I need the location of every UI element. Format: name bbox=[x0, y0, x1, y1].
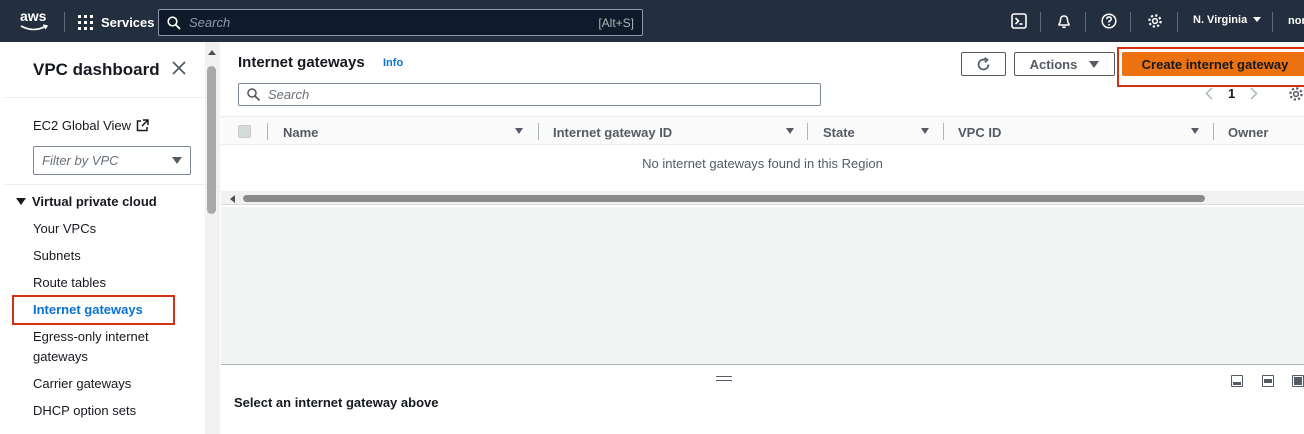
top-navigation: aws Services Search [Alt+S] N. Virginia … bbox=[0, 0, 1304, 42]
page-number[interactable]: 1 bbox=[1228, 86, 1235, 101]
aws-logo[interactable]: aws bbox=[18, 8, 50, 34]
aws-logo-text: aws bbox=[20, 8, 47, 24]
nav-divider bbox=[1177, 12, 1178, 32]
help-icon[interactable] bbox=[1101, 13, 1117, 29]
column-header-name[interactable]: Name bbox=[283, 125, 318, 140]
ec2-global-view-label: EC2 Global View bbox=[33, 118, 132, 133]
region-label: N. Virginia bbox=[1193, 14, 1248, 26]
search-icon bbox=[167, 15, 181, 30]
nav-divider bbox=[1040, 12, 1041, 32]
sort-caret-icon[interactable] bbox=[515, 128, 523, 134]
sidebar-divider bbox=[5, 184, 205, 185]
horizontal-scrollbar-thumb[interactable] bbox=[243, 195, 1205, 202]
close-icon[interactable] bbox=[172, 61, 186, 75]
vpc-filter-select[interactable]: Filter by VPC bbox=[33, 146, 191, 175]
settings-gear-icon[interactable] bbox=[1147, 13, 1163, 29]
column-divider bbox=[943, 123, 944, 140]
refresh-button[interactable] bbox=[961, 52, 1006, 76]
column-divider bbox=[1213, 123, 1214, 140]
main-content: Internet gateways Info Actions Create in… bbox=[221, 42, 1304, 434]
global-search-placeholder: Search bbox=[189, 15, 231, 30]
caret-down-icon bbox=[1089, 60, 1100, 68]
chevron-right-icon[interactable] bbox=[1250, 87, 1258, 100]
highlight-box-sidebar bbox=[12, 295, 175, 325]
caret-down-icon bbox=[1253, 17, 1262, 22]
cloudshell-icon[interactable] bbox=[1011, 13, 1027, 29]
empty-table-message: No internet gateways found in this Regio… bbox=[642, 156, 883, 171]
scroll-up-arrow-icon[interactable] bbox=[208, 50, 216, 55]
notifications-bell-icon[interactable] bbox=[1056, 13, 1072, 29]
page-title: Internet gateways bbox=[238, 54, 365, 71]
split-panel-side-icon[interactable] bbox=[1262, 375, 1274, 387]
column-header-vpc-id[interactable]: VPC ID bbox=[958, 125, 1001, 140]
table-search-placeholder: Search bbox=[268, 87, 310, 102]
services-menu-button[interactable]: Services bbox=[78, 12, 155, 32]
sort-caret-icon[interactable] bbox=[921, 128, 929, 134]
sidebar-title[interactable]: VPC dashboard bbox=[33, 60, 160, 80]
split-panel-hide-icon[interactable] bbox=[1292, 375, 1304, 387]
nav-divider bbox=[1130, 12, 1131, 32]
nav-divider bbox=[64, 12, 65, 32]
actions-label: Actions bbox=[1029, 56, 1078, 72]
aws-smile-icon bbox=[20, 24, 49, 31]
vpc-filter-placeholder: Filter by VPC bbox=[42, 153, 119, 168]
sort-caret-icon[interactable] bbox=[1191, 128, 1199, 134]
sidebar-scrollbar-thumb[interactable] bbox=[207, 66, 216, 214]
sidebar-item-egress-only-internet-gateways[interactable]: Egress-only internet gateways bbox=[33, 327, 168, 367]
table-header: Name Internet gateway ID State VPC ID Ow… bbox=[221, 116, 1304, 145]
column-header-state[interactable]: State bbox=[823, 125, 855, 140]
pagination: 1 bbox=[1205, 86, 1258, 101]
services-grid-icon bbox=[78, 14, 93, 30]
ec2-global-view-link[interactable]: EC2 Global View bbox=[33, 118, 149, 133]
search-icon bbox=[247, 88, 260, 101]
detail-panel-title: Select an internet gateway above bbox=[234, 395, 439, 410]
column-divider bbox=[267, 123, 268, 140]
search-shortcut: [Alt+S] bbox=[598, 15, 634, 30]
refresh-icon bbox=[977, 56, 990, 70]
split-panel-divider bbox=[221, 364, 1304, 365]
section-virtual-private-cloud[interactable]: Virtual private cloud bbox=[16, 194, 157, 209]
split-panel-bottom-icon[interactable] bbox=[1231, 375, 1243, 387]
scroll-left-arrow-icon[interactable] bbox=[230, 195, 235, 203]
account-menu[interactable]: nor bbox=[1288, 15, 1304, 27]
actions-button[interactable]: Actions bbox=[1014, 52, 1115, 76]
sort-caret-icon[interactable] bbox=[786, 128, 794, 134]
caret-down-icon bbox=[172, 157, 182, 164]
table-horizontal-scrollbar[interactable] bbox=[221, 191, 1304, 205]
sidebar-item-your-vpcs[interactable]: Your VPCs bbox=[33, 219, 183, 239]
info-link[interactable]: Info bbox=[383, 57, 403, 69]
section-label: Virtual private cloud bbox=[32, 194, 157, 209]
sidebar-item-subnets[interactable]: Subnets bbox=[33, 246, 183, 266]
select-all-checkbox[interactable] bbox=[238, 125, 251, 138]
chevron-left-icon[interactable] bbox=[1205, 87, 1213, 100]
table-empty-area bbox=[221, 207, 1304, 365]
column-divider bbox=[807, 123, 808, 140]
external-link-icon bbox=[136, 119, 149, 132]
table-search-input[interactable]: Search bbox=[238, 83, 821, 106]
preferences-gear-icon[interactable] bbox=[1288, 86, 1304, 102]
nav-divider bbox=[1085, 12, 1086, 32]
services-label: Services bbox=[101, 14, 155, 30]
sidebar: VPC dashboard EC2 Global View Filter by … bbox=[0, 42, 220, 434]
region-selector[interactable]: N. Virginia bbox=[1193, 14, 1262, 26]
column-divider bbox=[538, 123, 539, 140]
resize-handle-icon[interactable] bbox=[716, 376, 732, 381]
column-header-owner[interactable]: Owner bbox=[1228, 125, 1268, 140]
sidebar-divider bbox=[5, 97, 205, 98]
sidebar-item-dhcp-option-sets[interactable]: DHCP option sets bbox=[33, 401, 183, 421]
sidebar-item-carrier-gateways[interactable]: Carrier gateways bbox=[33, 374, 183, 394]
caret-down-icon bbox=[16, 198, 26, 205]
sidebar-item-route-tables[interactable]: Route tables bbox=[33, 273, 183, 293]
nav-divider bbox=[1272, 12, 1273, 32]
highlight-box-create-button bbox=[1117, 47, 1304, 87]
column-header-internet-gateway-id[interactable]: Internet gateway ID bbox=[553, 125, 672, 140]
global-search-input[interactable]: Search [Alt+S] bbox=[158, 9, 643, 36]
